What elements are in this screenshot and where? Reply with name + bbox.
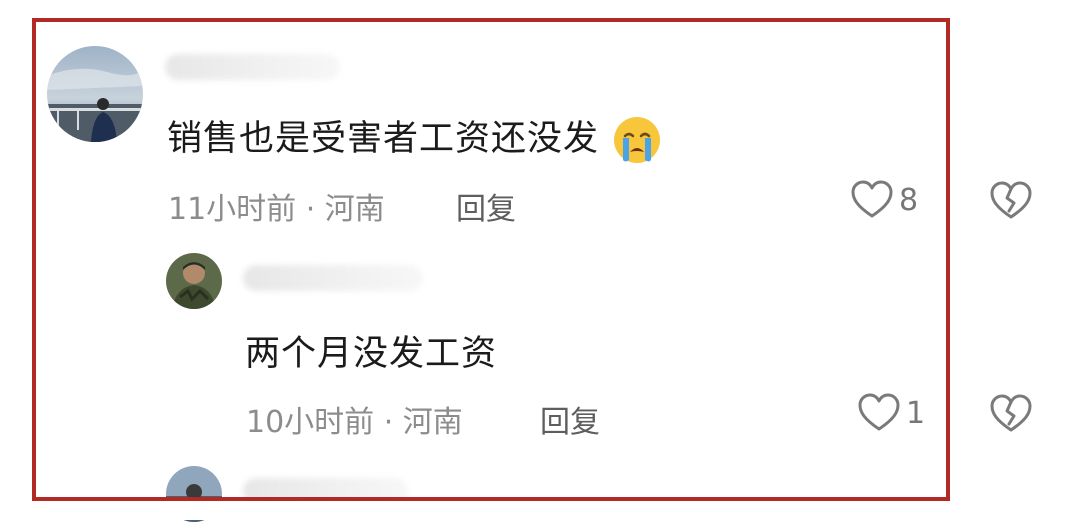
reply-text: 两个月没发工资 (245, 334, 498, 374)
avatar[interactable] (166, 253, 222, 309)
like-button[interactable]: 8 (851, 180, 918, 220)
page-background (0, 500, 1080, 520)
like-count: 8 (899, 182, 919, 218)
reply-button[interactable]: 回复 (456, 184, 516, 228)
heart-icon (851, 180, 893, 218)
broken-heart-icon (990, 394, 1032, 432)
avatar[interactable] (47, 46, 143, 142)
username-blurred[interactable] (243, 265, 423, 291)
highlight-frame (32, 18, 950, 501)
like-button[interactable]: 1 (858, 393, 925, 433)
username-blurred[interactable] (165, 54, 340, 80)
heart-icon (858, 393, 900, 431)
crying-face-icon (611, 114, 663, 166)
dislike-button[interactable] (990, 394, 1032, 438)
like-count: 1 (906, 395, 926, 431)
dislike-button[interactable] (990, 181, 1032, 225)
reply-meta: 10小时前 · 河南 (246, 405, 463, 440)
comment-meta: 11小时前 · 河南 (168, 192, 385, 227)
reply-button[interactable]: 回复 (540, 397, 600, 441)
comment-text: 销售也是受害者工资还没发 (167, 110, 663, 166)
broken-heart-icon (990, 181, 1032, 219)
